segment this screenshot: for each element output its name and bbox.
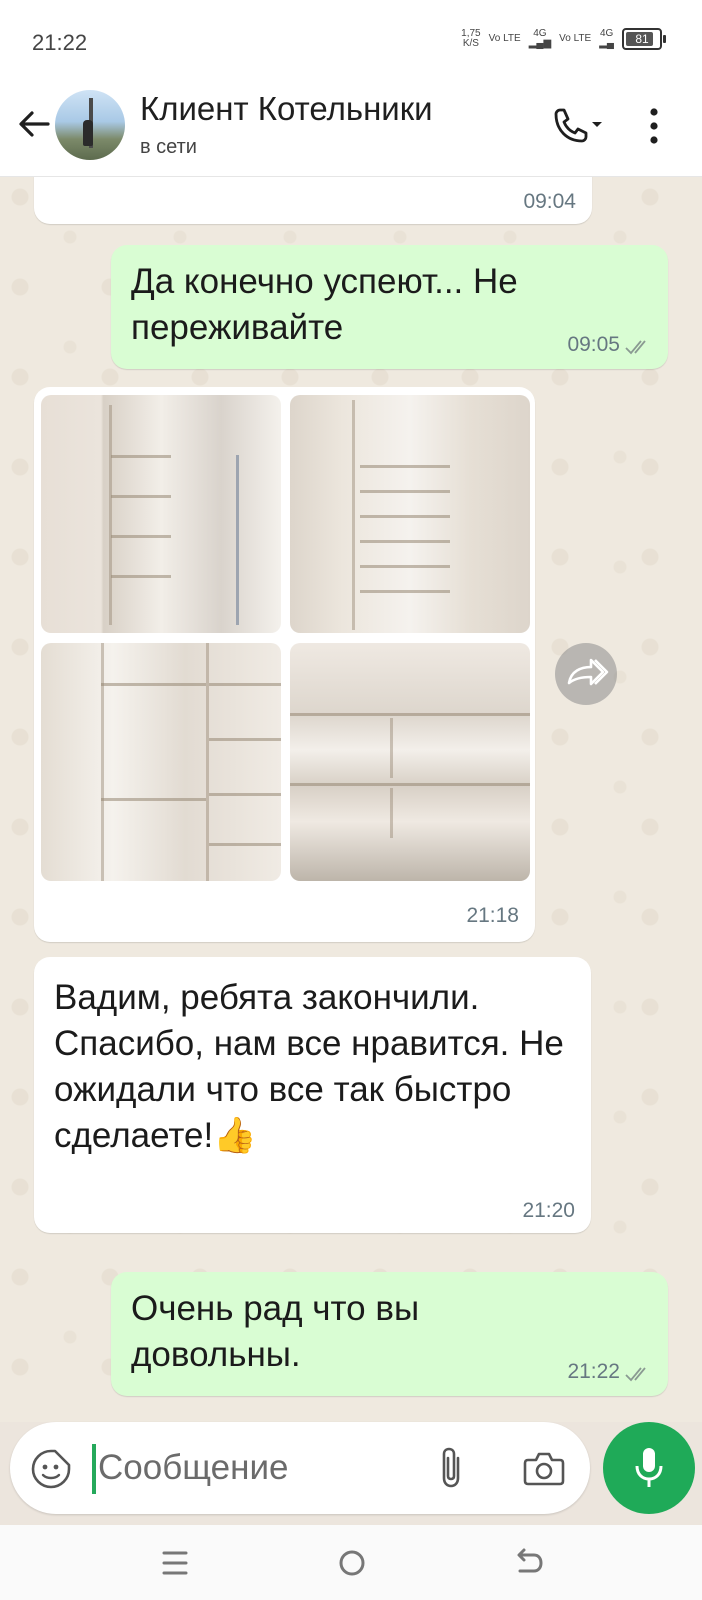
forward-button[interactable]: [555, 643, 617, 705]
message-time: 09:05: [567, 333, 620, 356]
emoji-sticker-icon[interactable]: [30, 1448, 72, 1490]
forward-icon: [567, 658, 609, 686]
phone-icon[interactable]: [548, 106, 608, 146]
message-outgoing[interactable]: Да конечно успеют... Не переживайте 09:0…: [111, 245, 668, 369]
photo-thumbnail[interactable]: [290, 643, 530, 881]
message-text: Вадим, ребята закончили. Спасибо, нам вс…: [54, 978, 564, 1155]
net-speed: 1,75 K/S: [461, 28, 481, 49]
camera-icon[interactable]: [522, 1448, 566, 1488]
message-text: Да конечно успеют... Не переживайте: [131, 262, 518, 347]
sim1-signal-icon: 4G ▂▄▆: [528, 28, 552, 49]
status-icons: 1,75 K/S Vo LTE 4G ▂▄▆ Vo LTE 4G ▂▄ 81: [461, 28, 666, 50]
message-incoming-photos[interactable]: 21:18: [34, 387, 535, 942]
status-time: 21:22: [32, 30, 88, 55]
system-nav-bar: [0, 1525, 702, 1600]
nav-menu-icon[interactable]: [156, 1543, 196, 1583]
message-outgoing[interactable]: Очень рад что вы довольны. 21:22: [111, 1272, 668, 1396]
photo-thumbnail[interactable]: [41, 395, 281, 633]
message-time: 21:20: [522, 1199, 575, 1222]
message-incoming[interactable]: 09:04: [34, 177, 592, 224]
photo-thumbnail[interactable]: [41, 643, 281, 881]
status-bar: 21:22 1,75 K/S Vo LTE 4G ▂▄▆ Vo LTE 4G ▂…: [0, 0, 702, 80]
attach-icon[interactable]: [436, 1444, 470, 1492]
mic-button[interactable]: [603, 1422, 695, 1514]
double-check-icon: [625, 340, 646, 355]
sim2-signal-icon: 4G ▂▄: [599, 28, 614, 49]
chat-area[interactable]: 09:04 Да конечно успеют... Не переживайт…: [0, 177, 702, 1422]
message-time: 21:22: [567, 1360, 620, 1383]
message-time: 21:18: [466, 904, 519, 927]
contact-name[interactable]: Клиент Котельники: [140, 90, 433, 128]
message-composer[interactable]: Сообщение: [10, 1422, 590, 1514]
back-arrow-icon[interactable]: [14, 104, 54, 144]
chat-header: Клиент Котельники в сети: [0, 80, 702, 177]
sim1-indicator: Vo LTE: [488, 33, 521, 44]
message-incoming[interactable]: Вадим, ребята закончили. Спасибо, нам вс…: [34, 957, 591, 1233]
contact-status: в сети: [140, 136, 197, 158]
photo-thumbnail[interactable]: [290, 395, 530, 633]
mic-icon: [635, 1448, 663, 1487]
avatar[interactable]: [55, 90, 125, 160]
message-input[interactable]: Сообщение: [98, 1448, 288, 1488]
sim2-indicator: Vo LTE: [559, 33, 592, 44]
nav-back-icon[interactable]: [508, 1543, 548, 1583]
message-time: 09:04: [523, 190, 576, 213]
double-check-icon: [625, 1367, 646, 1382]
text-cursor: [92, 1444, 96, 1494]
nav-home-icon[interactable]: [332, 1543, 372, 1583]
message-text: Очень рад что вы довольны.: [131, 1289, 420, 1374]
battery-icon: 81: [622, 28, 666, 50]
more-vert-icon[interactable]: [644, 104, 664, 148]
